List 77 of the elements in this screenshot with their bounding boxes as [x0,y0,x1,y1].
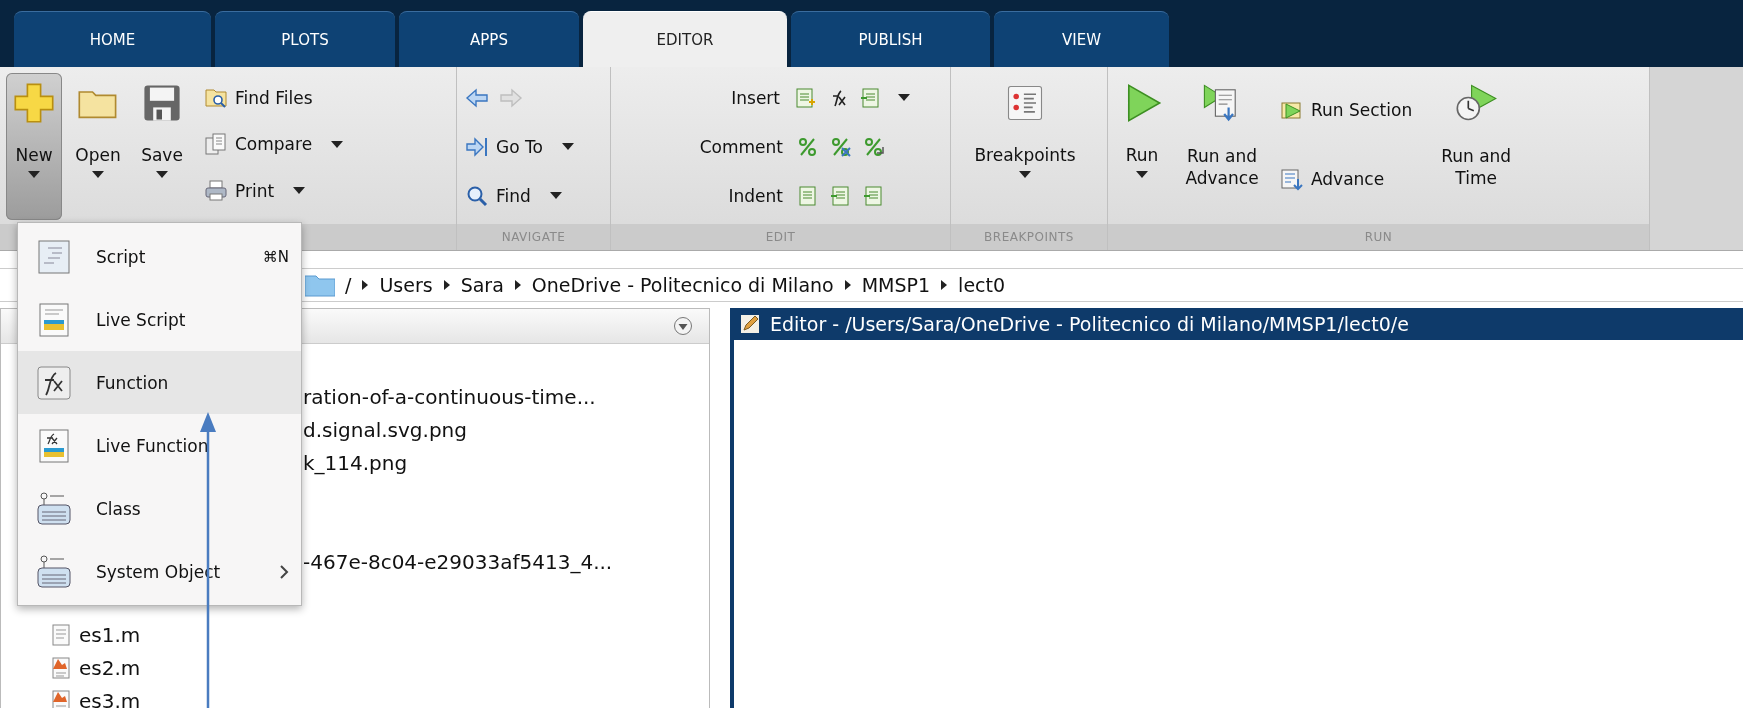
caret-icon[interactable] [898,94,910,101]
path-segment[interactable]: lect0 [958,274,1006,296]
file-name[interactable]: -467e-8c04-e29033af5413_4... [303,549,613,574]
path-segment[interactable]: Users [379,274,433,296]
chevron-icon[interactable] [940,280,949,290]
section-label: EDIT [611,224,950,250]
chevron-icon[interactable] [361,280,370,290]
script-icon [36,238,72,275]
ribbon-tab[interactable]: PLOTS [215,11,395,67]
editor-title: Editor - /Users/Sara/OneDrive - Politecnico di Milano/MMSP1/lect0/e [770,313,1409,335]
dropdown-icon[interactable] [673,316,693,336]
toolbar-button[interactable]: Open [70,73,126,220]
live-function-icon [36,427,72,464]
section-label: BREAKPOINTS [951,224,1107,250]
file-icon [51,656,71,679]
path-segment[interactable]: MMSP1 [861,274,931,296]
documents-icon [204,132,228,157]
toolbar-button[interactable]: Find [463,181,604,210]
folder-icon [305,273,335,297]
ribbon-tab[interactable]: VIEW [994,11,1169,67]
caret-icon [293,187,306,195]
caret-icon [331,141,344,148]
row-label: Indent [728,185,783,206]
toolbar-button[interactable]: Breakpoints [957,73,1093,220]
file-name[interactable]: es1.m [79,622,141,647]
live-script-icon [36,301,72,338]
plus-icon [12,81,56,125]
file-icon [51,623,71,646]
path-segment[interactable]: OneDrive - Politecnico di Milano [531,274,834,296]
caret-icon [1019,171,1031,178]
toolbar-button[interactable]: Run [1114,73,1170,220]
menu-item[interactable]: Function [18,351,301,414]
toolbar-button[interactable]: Advance [1278,165,1415,194]
caret-icon [92,171,104,178]
section-label: NAVIGATE [457,224,610,250]
class-icon [36,490,72,527]
file-name[interactable]: k_114.png [303,450,408,475]
class-icon [36,553,72,590]
ribbon-tab[interactable]: HOME [14,11,211,67]
document-icon[interactable] [793,85,817,110]
chevron-right-icon [279,563,289,580]
file-name[interactable]: es2.m [79,655,141,680]
section-label: RUN [1108,224,1649,250]
caret-icon [549,192,562,199]
chevron-icon[interactable] [513,280,522,290]
caret-icon [156,171,168,178]
menu-item[interactable]: Class [18,477,301,540]
path-segment[interactable]: Sara [460,274,504,296]
shortcut-label: ⌘N [262,247,289,266]
caret-icon [28,171,40,178]
menu-item[interactable]: Live Function [18,414,301,477]
pencil-icon [740,314,760,334]
toolbar-button[interactable]: Print [202,176,346,205]
toolbar-button[interactable]: Run and Time [1432,73,1521,220]
file-name[interactable]: es3.m [79,688,141,708]
toolbar-button[interactable]: Run Section [1278,95,1415,124]
toolbar-button[interactable]: Go To [463,132,604,161]
row-label: Comment [699,136,783,157]
function-icon [36,364,72,401]
ribbon-tab[interactable]: EDITOR [583,11,787,67]
caret-icon [1136,171,1148,178]
ribbon-tab[interactable]: APPS [399,11,579,67]
printer-icon [204,178,228,203]
chevron-icon[interactable] [442,280,451,290]
toolbar-button[interactable]: New [6,73,62,220]
chevron-icon[interactable] [843,280,852,290]
file-name[interactable]: d.signal.svg.png [303,417,467,442]
ribbon-tab[interactable]: PUBLISH [791,11,990,67]
path-segment[interactable]: / [345,274,352,296]
toolbar-button[interactable]: Save [134,73,190,220]
file-name[interactable]: ration-of-a-continuous-time... [303,384,596,409]
caret-icon [561,143,574,150]
row-label: Insert [731,87,780,108]
toolbar-button[interactable]: Run and Advance [1178,73,1266,220]
advance-icon [1280,167,1304,192]
toolbar-button[interactable]: Compare [202,130,346,159]
toolbar-button[interactable]: Find Files [202,84,346,113]
